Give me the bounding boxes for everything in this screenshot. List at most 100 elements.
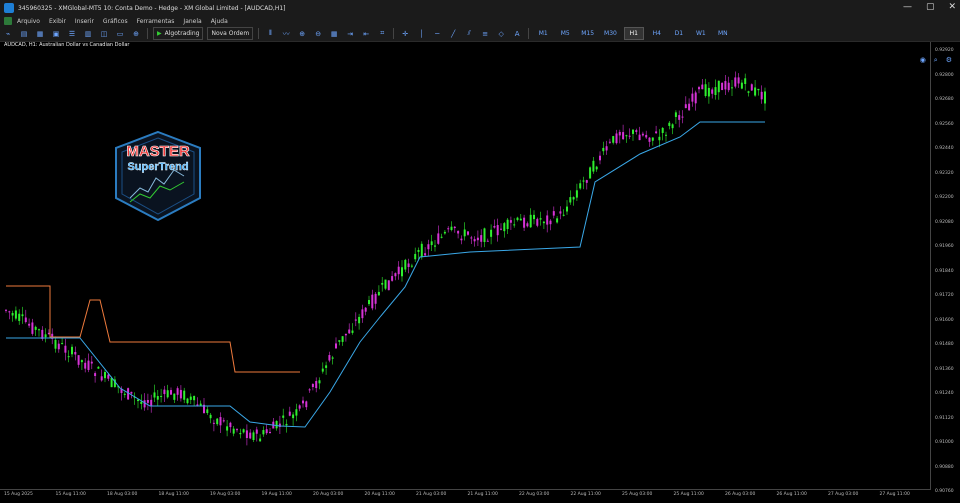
menu-janela[interactable]: Janela [183, 18, 201, 25]
toolbox-icon[interactable]: ▭ [114, 28, 126, 39]
candle-body [641, 133, 644, 136]
candle-body [295, 409, 298, 416]
price-label: 0.92440 [935, 146, 954, 151]
candle-body [64, 345, 67, 353]
time-label: 27 Aug 11:00 [879, 492, 910, 497]
tile-icon[interactable]: ▦ [328, 28, 340, 39]
candle-body [219, 417, 222, 426]
vertical-line-icon[interactable]: │ [415, 28, 427, 39]
shapes-icon[interactable]: ◇ [495, 28, 507, 39]
candle-body [242, 429, 245, 433]
candle-body [348, 329, 351, 334]
candle-body [417, 249, 420, 252]
timeframe-m5[interactable]: M5 [556, 28, 574, 39]
candle-body [28, 323, 31, 326]
zoom-in-icon[interactable]: ⊕ [296, 28, 308, 39]
zoom-out-icon[interactable]: ⊖ [312, 28, 324, 39]
logo-text-supertrend: SuperTrend [127, 161, 188, 173]
candle-body [443, 231, 446, 234]
candle-body [585, 180, 588, 183]
candle-body [318, 380, 321, 384]
candle-body [265, 429, 268, 434]
candle-body [556, 218, 559, 223]
chart-type-icon[interactable]: ⌁ [2, 28, 14, 39]
horizontal-line-icon[interactable]: ─ [431, 28, 443, 39]
candle-body [31, 322, 34, 334]
candle-body [150, 399, 153, 407]
price-label: 0.91360 [935, 366, 954, 372]
candle-body [536, 218, 539, 226]
time-label: 20 Aug 03:00 [313, 492, 344, 497]
profiles-icon[interactable]: ▤ [18, 28, 30, 39]
candle-body [84, 362, 87, 369]
candle-body [457, 230, 460, 234]
candle-body [427, 244, 430, 250]
navigator-icon[interactable]: ◫ [98, 28, 110, 39]
line-chart-icon[interactable]: 〰 [280, 28, 292, 39]
candle-body [648, 137, 651, 142]
close-icon[interactable]: ✕ [948, 2, 956, 12]
timeframe-h4[interactable]: H4 [648, 28, 666, 39]
timeframe-d1[interactable]: D1 [670, 28, 688, 39]
candle-body [737, 77, 740, 84]
price-chart[interactable] [0, 42, 930, 489]
candle-body [38, 329, 40, 331]
text-icon[interactable]: A [511, 28, 523, 39]
bar-chart-icon[interactable]: ⫴ [264, 28, 276, 39]
crosshair-icon[interactable]: ✛ [399, 28, 411, 39]
timeframe-m30[interactable]: M30 [601, 28, 620, 39]
candle-body [338, 340, 341, 342]
minimize-icon[interactable]: — [903, 2, 912, 12]
toolbar-separator [258, 28, 260, 39]
autoscroll-icon[interactable]: ⇥ [344, 28, 356, 39]
candle-body [691, 93, 694, 102]
candle-body [381, 282, 384, 285]
candle-body [11, 313, 14, 316]
time-label: 21 Aug 03:00 [416, 492, 447, 497]
candle-body [612, 136, 615, 143]
time-label: 26 Aug 11:00 [776, 492, 807, 497]
candle-body [721, 82, 724, 91]
candle-body [513, 224, 516, 226]
maximize-icon[interactable]: ▢ [926, 2, 935, 12]
indicators-icon[interactable]: ⌗ [376, 28, 388, 39]
price-label: 0.92680 [935, 97, 954, 102]
candle-body [377, 291, 380, 296]
candle-body [269, 431, 271, 434]
candle-body [94, 373, 97, 376]
candle-body [562, 214, 565, 216]
new-order-button[interactable]: Nova Ordem [207, 27, 254, 40]
candle-body [546, 215, 549, 225]
strategy-tester-icon[interactable]: ⊕ [130, 28, 142, 39]
templates-icon[interactable]: ▦ [34, 28, 46, 39]
candle-body [463, 229, 466, 237]
timeframe-h1[interactable]: H1 [623, 27, 644, 40]
algotrading-button[interactable]: ▶ Algotrading [153, 27, 204, 40]
timeframe-w1[interactable]: W1 [692, 28, 710, 39]
menu-inserir[interactable]: Inserir [75, 18, 94, 25]
objects-icon[interactable]: ▣ [50, 28, 62, 39]
timeframe-m15[interactable]: M15 [578, 28, 597, 39]
menu-graficos[interactable]: Gráficos [103, 18, 128, 25]
trend-line-icon[interactable]: ╱ [447, 28, 459, 39]
candle-body [186, 398, 189, 404]
chart-shift-icon[interactable]: ⇤ [360, 28, 372, 39]
candle-body [236, 429, 238, 431]
market-watch-icon[interactable]: ☰ [66, 28, 78, 39]
menu-arquivo[interactable]: Arquivo [17, 18, 40, 25]
timeframe-mn[interactable]: MN [714, 28, 732, 39]
data-window-icon[interactable]: ▥ [82, 28, 94, 39]
menu-ajuda[interactable]: Ajuda [211, 18, 228, 25]
menu-ferramentas[interactable]: Ferramentas [137, 18, 175, 25]
fibonacci-icon[interactable]: ≡ [479, 28, 491, 39]
channel-icon[interactable]: ⫽ [463, 28, 475, 39]
candle-body [229, 422, 232, 428]
candle-body [252, 432, 255, 440]
candle-body [259, 438, 262, 442]
timeframe-m1[interactable]: M1 [534, 28, 552, 39]
candle-body [430, 241, 433, 246]
candle-body [374, 293, 377, 304]
candle-body [602, 147, 605, 152]
candle-body [731, 87, 733, 89]
menu-exibir[interactable]: Exibir [49, 18, 66, 25]
